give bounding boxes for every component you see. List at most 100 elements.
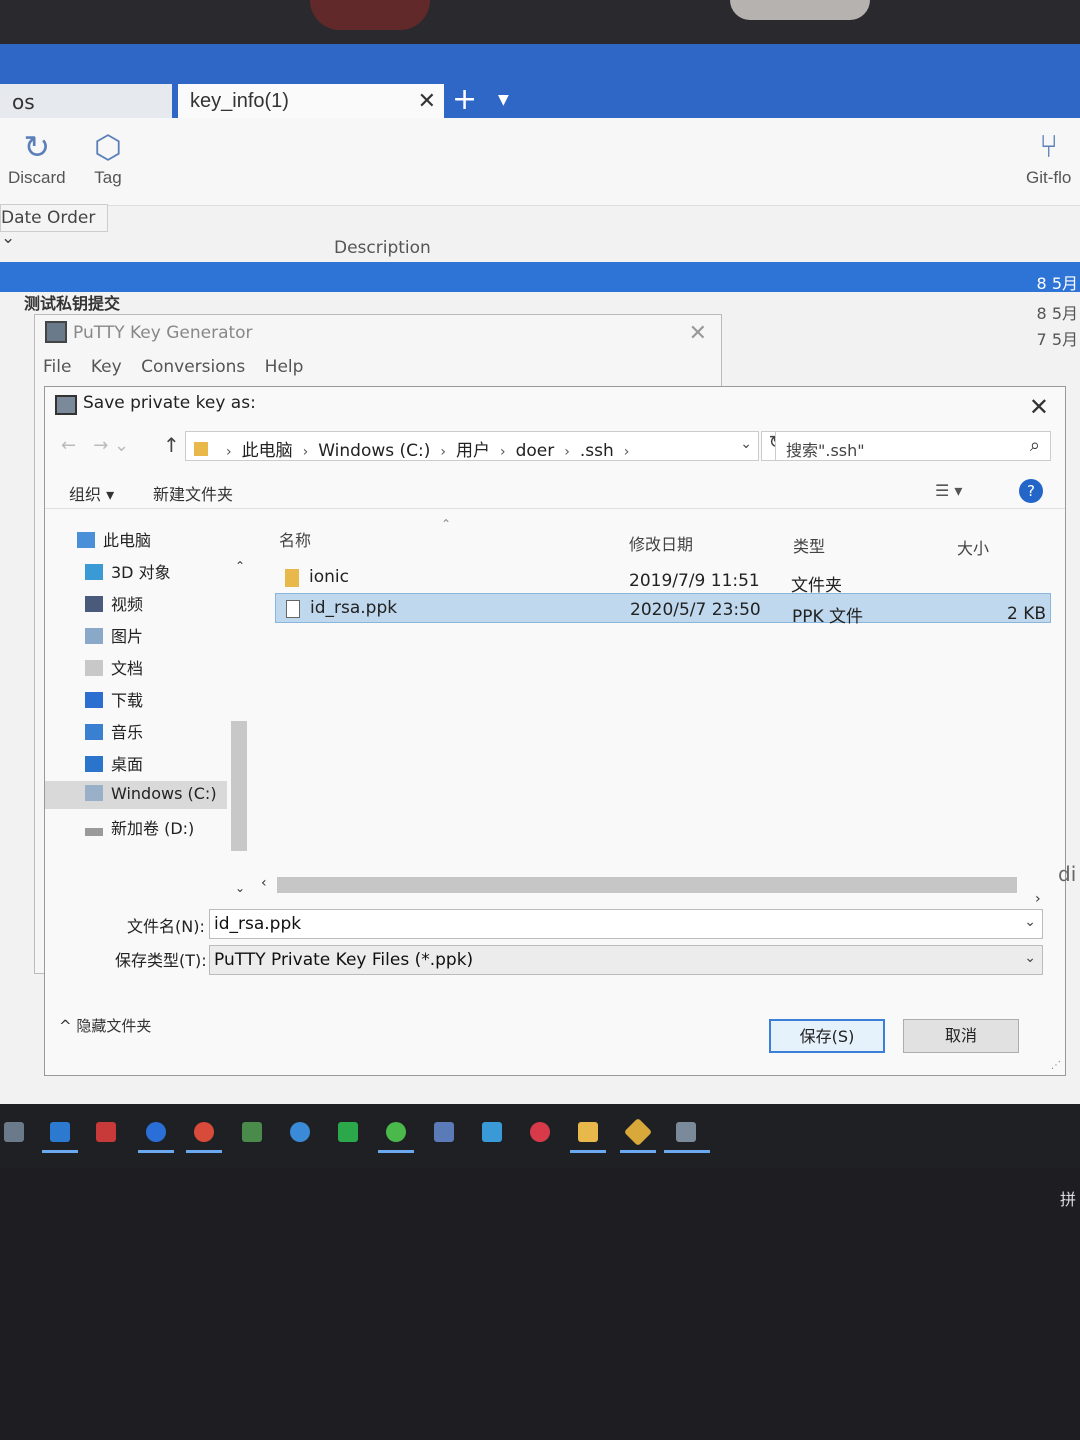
file-row-selected[interactable]: id_rsa.ppk 2020/5/7 23:50 PPK 文件 2 KB xyxy=(275,593,1051,627)
nav-label: 桌面 xyxy=(111,755,144,774)
tab-key-info[interactable]: key_info(1) ✕ xyxy=(178,84,444,120)
cancel-button[interactable]: 取消 xyxy=(903,1019,1019,1053)
ime-indicator[interactable]: 拼 xyxy=(1060,1186,1076,1210)
close-icon[interactable]: ✕ xyxy=(1029,393,1049,421)
column-header-type[interactable]: 类型 xyxy=(793,533,825,557)
file-row[interactable]: ionic 2019/7/9 11:51 文件夹 xyxy=(275,563,1051,596)
nav-item-3d-objects[interactable]: 3D 对象 xyxy=(85,559,171,587)
resize-grip-icon[interactable]: ⋰ xyxy=(1051,1060,1061,1071)
filename-label: 文件名(N): xyxy=(127,917,205,936)
file-list: ⌃ 名称 修改日期 类型 大小 ionic 2019/7/9 11:51 文件夹… xyxy=(275,517,1055,887)
date-order-dropdown[interactable]: Date Order ⌄ xyxy=(0,204,108,248)
selected-commit-row[interactable] xyxy=(0,262,1080,292)
maps-icon[interactable] xyxy=(146,1122,166,1142)
menu-help[interactable]: Help xyxy=(265,357,304,377)
nav-item-drive-d[interactable]: 新加卷 (D:) xyxy=(85,815,194,843)
scroll-left-icon[interactable]: ‹ xyxy=(261,875,267,891)
teamviewer-icon[interactable] xyxy=(290,1122,310,1142)
description-column-header[interactable]: Description xyxy=(334,238,431,258)
putty-title: PuTTY Key Generator xyxy=(73,323,253,343)
app-titlebar: os key_info(1) ✕ + ▼ xyxy=(0,44,1080,120)
nav-item-documents[interactable]: 文档 xyxy=(85,655,143,683)
chevron-down-icon[interactable]: ⌄ xyxy=(1024,950,1036,966)
file-type: PPK 文件 xyxy=(792,607,864,627)
putty-icon[interactable] xyxy=(676,1122,696,1142)
tab-list-dropdown-icon[interactable]: ▼ xyxy=(498,92,509,108)
horizontal-scrollbar[interactable]: ‹ › xyxy=(259,875,1049,907)
up-folder-icon[interactable]: ↑ xyxy=(163,433,180,457)
breadcrumb-item[interactable]: .ssh xyxy=(580,441,614,461)
menu-conversions[interactable]: Conversions xyxy=(141,357,245,377)
app-icon[interactable] xyxy=(242,1122,262,1142)
background-object xyxy=(730,0,870,20)
view-options-icon[interactable]: ☰ ▾ xyxy=(935,481,962,500)
hbuilder-icon[interactable] xyxy=(338,1122,358,1142)
breadcrumb-item[interactable]: 用户 xyxy=(456,441,490,461)
chevron-down-icon[interactable]: ⌄ xyxy=(1024,914,1036,930)
help-icon[interactable]: ? xyxy=(1019,479,1043,503)
app-icon[interactable] xyxy=(530,1122,550,1142)
nav-item-videos[interactable]: 视频 xyxy=(85,591,143,619)
scroll-down-icon[interactable]: ⌄ xyxy=(235,881,245,895)
scroll-right-icon[interactable]: › xyxy=(1035,891,1041,907)
file-explorer-icon[interactable] xyxy=(578,1122,598,1142)
discard-button[interactable]: ↻ Discard xyxy=(8,128,66,188)
scrollbar-thumb[interactable] xyxy=(277,877,1017,893)
nav-item-downloads[interactable]: 下载 xyxy=(85,687,143,715)
wechat-icon[interactable] xyxy=(386,1122,406,1142)
nav-item-pictures[interactable]: 图片 xyxy=(85,623,143,651)
column-header-name[interactable]: 名称 xyxy=(279,527,311,551)
tag-button[interactable]: ⬡ Tag xyxy=(94,128,122,188)
hide-folders-toggle[interactable]: ^ 隐藏文件夹 xyxy=(59,1015,151,1036)
menu-key[interactable]: Key xyxy=(91,357,122,377)
commit-date: 7 5月 xyxy=(1036,330,1078,349)
remote-desktop-icon[interactable] xyxy=(482,1122,502,1142)
nav-item-music[interactable]: 音乐 xyxy=(85,719,143,747)
close-tab-icon[interactable]: ✕ xyxy=(418,88,436,114)
nav-label: 视频 xyxy=(111,595,144,614)
vscode-icon[interactable] xyxy=(50,1122,70,1142)
gitflow-label: Git-flo xyxy=(1026,168,1072,187)
filetype-select[interactable]: PuTTY Private Key Files (*.ppk) ⌄ xyxy=(209,945,1043,975)
filename-input[interactable]: id_rsa.ppk ⌄ xyxy=(209,909,1043,939)
nav-label: 此电脑 xyxy=(103,531,152,550)
app-icon[interactable] xyxy=(434,1122,454,1142)
discard-icon: ↻ xyxy=(23,129,51,165)
filetype-label: 保存类型(T): xyxy=(115,951,207,970)
organize-menu[interactable]: 组织 ▾ xyxy=(69,481,114,505)
save-button[interactable]: 保存(S) xyxy=(769,1019,885,1053)
nav-label: 图片 xyxy=(111,627,144,646)
app-icon[interactable] xyxy=(4,1122,24,1142)
breadcrumb-item[interactable]: doer xyxy=(516,441,555,461)
breadcrumb-item[interactable]: Windows (C:) xyxy=(318,441,430,461)
column-header-size[interactable]: 大小 xyxy=(957,535,989,559)
running-indicator xyxy=(138,1150,174,1153)
new-folder-button[interactable]: 新建文件夹 xyxy=(153,481,233,505)
tab-previous[interactable]: os xyxy=(0,84,172,120)
git-icon[interactable] xyxy=(623,1117,653,1147)
breadcrumb-item[interactable]: 此电脑 xyxy=(242,441,293,461)
chevron-down-icon[interactable]: ⌄ xyxy=(740,436,752,452)
sort-caret-icon: ⌃ xyxy=(441,517,452,531)
close-icon[interactable]: ✕ xyxy=(689,321,707,346)
search-input[interactable]: 搜索".ssh" ⌕ xyxy=(775,431,1051,461)
commit-message[interactable]: 测试私钥提交 xyxy=(24,290,120,314)
column-header-modified[interactable]: 修改日期 xyxy=(629,531,693,555)
nav-item-drive-c[interactable]: Windows (C:) xyxy=(45,781,227,809)
commit-date: 8 5月 xyxy=(1036,274,1078,293)
gitflow-button[interactable]: ⑂ Git-flo xyxy=(1026,128,1071,188)
nav-item-desktop[interactable]: 桌面 xyxy=(85,751,143,779)
new-tab-button[interactable]: + xyxy=(452,82,477,117)
address-bar[interactable]: › 此电脑 › Windows (C:) › 用户 › doer › .ssh › ⌄ xyxy=(185,431,759,461)
back-forward-buttons[interactable]: ← → ⌄ xyxy=(61,435,129,456)
app-icon[interactable] xyxy=(194,1122,214,1142)
menu-file[interactable]: File xyxy=(43,357,71,377)
app-icon[interactable] xyxy=(96,1122,116,1142)
nav-item-this-pc[interactable]: 此电脑 xyxy=(77,527,151,555)
scroll-up-icon[interactable]: ⌃ xyxy=(235,559,245,573)
folder-icon xyxy=(194,442,208,456)
navigation-scrollbar[interactable]: ⌃ ⌄ xyxy=(231,559,249,895)
scrollbar-thumb[interactable] xyxy=(231,721,247,851)
computer-icon xyxy=(77,532,95,548)
background-object xyxy=(310,0,430,30)
